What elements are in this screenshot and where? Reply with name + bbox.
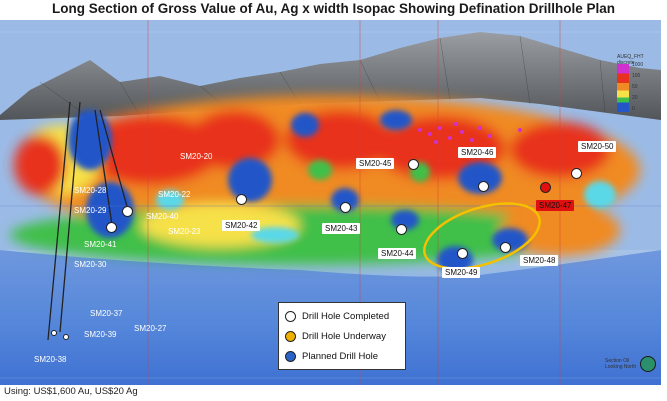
hole-label-sm20-30: SM20-30 — [74, 260, 107, 269]
hole-marker-sm20-42[interactable] — [236, 194, 247, 205]
hole-marker-sm20-50[interactable] — [571, 168, 582, 179]
hole-label-sm20-39: SM20-39 — [84, 330, 117, 339]
hole-label-sm20-48: SM20-48 — [520, 255, 559, 266]
value-colorbar: AUEQ_FHT discrete 1000 100 50 20 0 — [617, 54, 657, 124]
legend-completed-label: Drill Hole Completed — [302, 310, 390, 322]
hole-marker-sm20-43[interactable] — [340, 202, 351, 213]
hole-label-sm20-45: SM20-45 — [356, 158, 395, 169]
hole-label-sm20-38: SM20-38 — [34, 355, 67, 364]
colorbar-label-1: 100 — [632, 73, 641, 79]
hole-label-sm20-37: SM20-37 — [90, 309, 123, 318]
hole-marker-sm20-39[interactable] — [63, 334, 69, 340]
price-assumption-footnote: Using: US$1,600 Au, US$20 Ag — [4, 386, 138, 397]
hole-label-sm20-46: SM20-46 — [458, 147, 497, 158]
legend-completed: Drill Hole Completed — [285, 306, 399, 326]
hole-label-sm20-22: SM20-22 — [158, 190, 191, 199]
section-title: Long Section of Gross Value of Au, Ag x … — [51, 1, 616, 16]
hole-marker-sm20-44[interactable] — [396, 224, 407, 235]
hole-label-sm20-49: SM20-49 — [442, 267, 481, 278]
hole-marker-sm20-47[interactable] — [540, 182, 551, 193]
section-note: Section Oil Looking North — [605, 358, 636, 370]
hole-marker-sm20-29[interactable] — [122, 206, 133, 217]
legend-underway-label: Drill Hole Underway — [302, 330, 386, 342]
hole-marker-sm20-41[interactable] — [106, 222, 117, 233]
hole-label-sm20-41: SM20-41 — [84, 240, 117, 249]
hole-label-sm20-42: SM20-42 — [222, 220, 261, 231]
hole-marker-sm20-37[interactable] — [51, 330, 57, 336]
colorbar-label-4: 0 — [632, 106, 635, 112]
long-section-plot: SM20-20 SM20-22 SM20-23 SM20-27 SM20-28 … — [0, 20, 661, 385]
hole-label-sm20-43: SM20-43 — [322, 223, 361, 234]
hole-marker-sm20-49[interactable] — [457, 248, 468, 259]
hole-label-sm20-28: SM20-28 — [74, 186, 107, 195]
hole-label-sm20-20: SM20-20 — [180, 152, 213, 161]
legend-planned: Planned Drill Hole — [285, 346, 399, 366]
completed-swatch-icon — [285, 310, 296, 322]
legend-planned-label: Planned Drill Hole — [302, 350, 379, 362]
hole-label-sm20-47: SM20-47 — [536, 200, 575, 211]
section-note-line2: Looking North — [605, 364, 637, 370]
hole-marker-sm20-48[interactable] — [500, 242, 511, 253]
hole-marker-sm20-46[interactable] — [478, 181, 489, 192]
underway-swatch-icon — [285, 330, 296, 342]
hole-label-sm20-27: SM20-27 — [134, 324, 167, 333]
hole-label-sm20-50: SM20-50 — [578, 141, 617, 152]
colorbar-label-2: 50 — [632, 84, 638, 90]
colorbar-swatches — [617, 64, 629, 112]
planned-swatch-icon — [285, 350, 296, 362]
drill-hole-legend: Drill Hole Completed Drill Hole Underway… — [278, 302, 406, 370]
hole-label-sm20-44: SM20-44 — [378, 248, 417, 259]
colorbar-label-3: 20 — [632, 95, 638, 101]
legend-underway: Drill Hole Underway — [285, 326, 399, 346]
hole-label-sm20-23: SM20-23 — [168, 227, 201, 236]
colorbar-label-0: 1000 — [632, 62, 644, 68]
hole-label-sm20-29: SM20-29 — [74, 206, 107, 215]
north-compass-icon — [640, 356, 656, 372]
hole-label-sm20-40: SM20-40 — [146, 212, 179, 221]
hole-marker-sm20-45[interactable] — [408, 159, 419, 170]
